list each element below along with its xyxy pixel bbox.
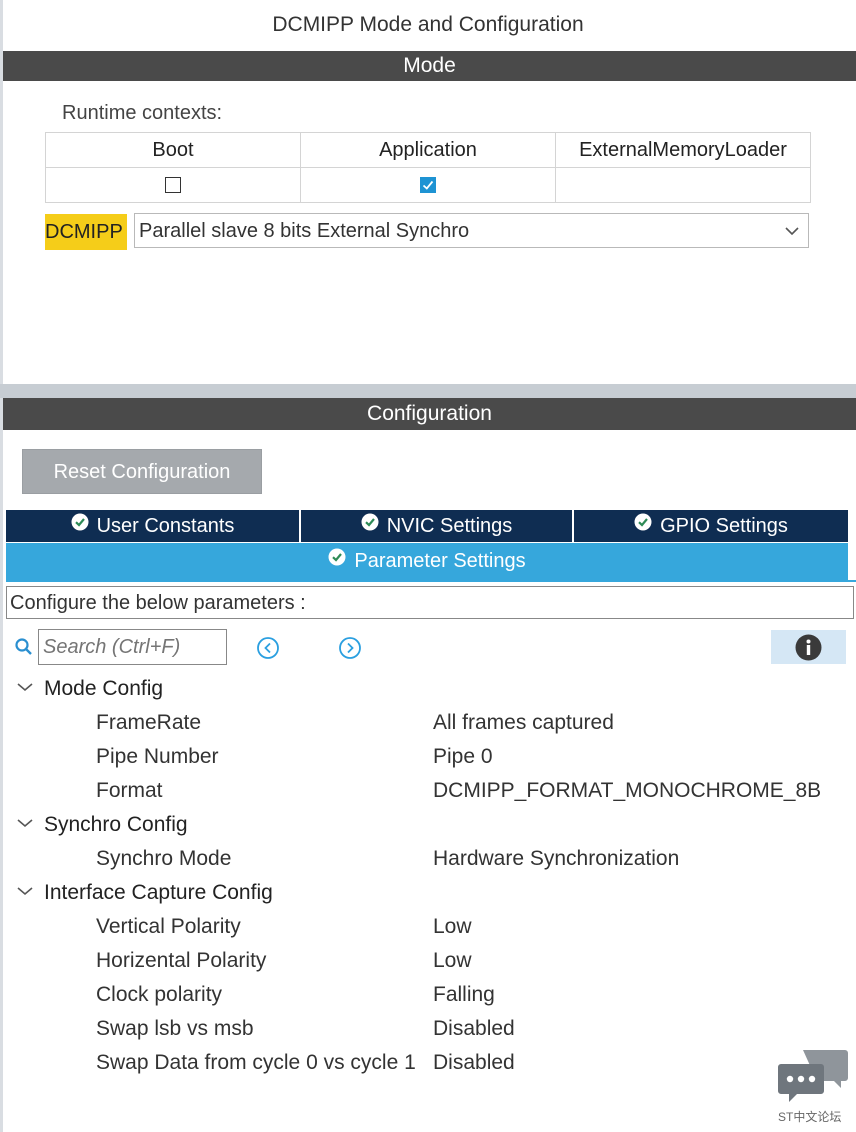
- search-input[interactable]: [38, 629, 227, 665]
- tab-label: NVIC Settings: [386, 515, 513, 537]
- check-circle-icon: [328, 542, 346, 579]
- param-name: Vertical Polarity: [96, 915, 241, 938]
- tab-label: Parameter Settings: [354, 550, 526, 572]
- info-icon: [795, 634, 822, 661]
- context-cell-application: [300, 167, 556, 203]
- group-label: Synchro Config: [44, 813, 188, 836]
- boot-checkbox[interactable]: [165, 177, 181, 194]
- param-name: Format: [96, 779, 163, 802]
- panel-divider[interactable]: [0, 384, 856, 398]
- param-name: Swap lsb vs msb: [96, 1017, 254, 1040]
- chevron-down-icon[interactable]: [16, 806, 34, 840]
- checkmark-icon: [422, 181, 434, 191]
- tab-nvic-settings[interactable]: NVIC Settings: [301, 510, 572, 542]
- info-button[interactable]: [771, 630, 846, 664]
- next-result-icon[interactable]: [338, 636, 362, 665]
- param-value[interactable]: Disabled: [433, 1012, 515, 1046]
- param-name: Pipe Number: [96, 745, 219, 768]
- window-title: DCMIPP Mode and Configuration: [272, 13, 584, 36]
- group-label: Interface Capture Config: [44, 881, 273, 904]
- param-value[interactable]: Low: [433, 944, 472, 978]
- context-cell-external-memory-loader: [555, 167, 811, 203]
- chevron-down-icon[interactable]: [16, 874, 34, 908]
- param-value[interactable]: All frames captured: [433, 706, 614, 740]
- tab-label: User Constants: [96, 515, 235, 537]
- left-border: [0, 0, 3, 1132]
- param-name: Horizental Polarity: [96, 949, 267, 972]
- chevron-down-icon[interactable]: [16, 670, 34, 704]
- group-interface-capture-config[interactable]: Interface Capture Config: [16, 876, 273, 910]
- mode-header: Mode: [3, 51, 856, 81]
- param-value[interactable]: Hardware Synchronization: [433, 842, 679, 876]
- group-mode-config[interactable]: Mode Config: [16, 672, 163, 706]
- tab-user-constants[interactable]: User Constants: [6, 510, 299, 542]
- peripheral-mode-value: Parallel slave 8 bits External Synchro: [139, 220, 470, 242]
- check-circle-icon: [71, 509, 89, 541]
- peripheral-mode-select[interactable]: Parallel slave 8 bits External Synchro: [134, 213, 809, 248]
- param-name: FrameRate: [96, 711, 202, 734]
- param-value[interactable]: Low: [433, 910, 472, 944]
- tab-underline: [6, 580, 856, 582]
- context-header-application: Application: [300, 132, 556, 168]
- application-checkbox[interactable]: [420, 177, 436, 194]
- group-synchro-config[interactable]: Synchro Config: [16, 808, 188, 842]
- reset-configuration-button[interactable]: Reset Configuration: [22, 449, 262, 494]
- parameters-description: Configure the below parameters :: [6, 586, 854, 619]
- param-value[interactable]: DCMIPP_FORMAT_MONOCHROME_8B: [433, 774, 821, 808]
- peripheral-label: DCMIPP: [45, 214, 127, 250]
- chevron-down-icon: [784, 214, 800, 261]
- search-icon: [14, 637, 34, 662]
- param-name: Swap Data from cycle 0 vs cycle 1: [96, 1051, 416, 1074]
- check-circle-icon: [634, 509, 652, 541]
- tab-gpio-settings[interactable]: GPIO Settings: [574, 510, 848, 542]
- runtime-contexts-label: Runtime contexts:: [62, 102, 223, 124]
- watermark-text: ST中文论坛: [778, 1110, 842, 1124]
- param-value[interactable]: Pipe 0: [433, 740, 493, 774]
- context-cell-boot: [45, 167, 301, 203]
- configuration-header: Configuration: [3, 398, 856, 430]
- tab-label: GPIO Settings: [660, 515, 788, 537]
- param-name: Synchro Mode: [96, 847, 232, 870]
- group-label: Mode Config: [44, 677, 164, 700]
- context-header-external-memory-loader: ExternalMemoryLoader: [555, 132, 811, 168]
- tab-parameter-settings[interactable]: Parameter Settings: [6, 543, 848, 580]
- param-value[interactable]: Disabled: [433, 1046, 515, 1080]
- runtime-contexts-table: Boot Application ExternalMemoryLoader: [45, 132, 811, 203]
- param-name: Clock polarity: [96, 983, 223, 1006]
- check-circle-icon: [361, 509, 379, 541]
- previous-result-icon[interactable]: [256, 636, 280, 665]
- context-header-boot: Boot: [45, 132, 301, 168]
- param-value[interactable]: Falling: [433, 978, 495, 1012]
